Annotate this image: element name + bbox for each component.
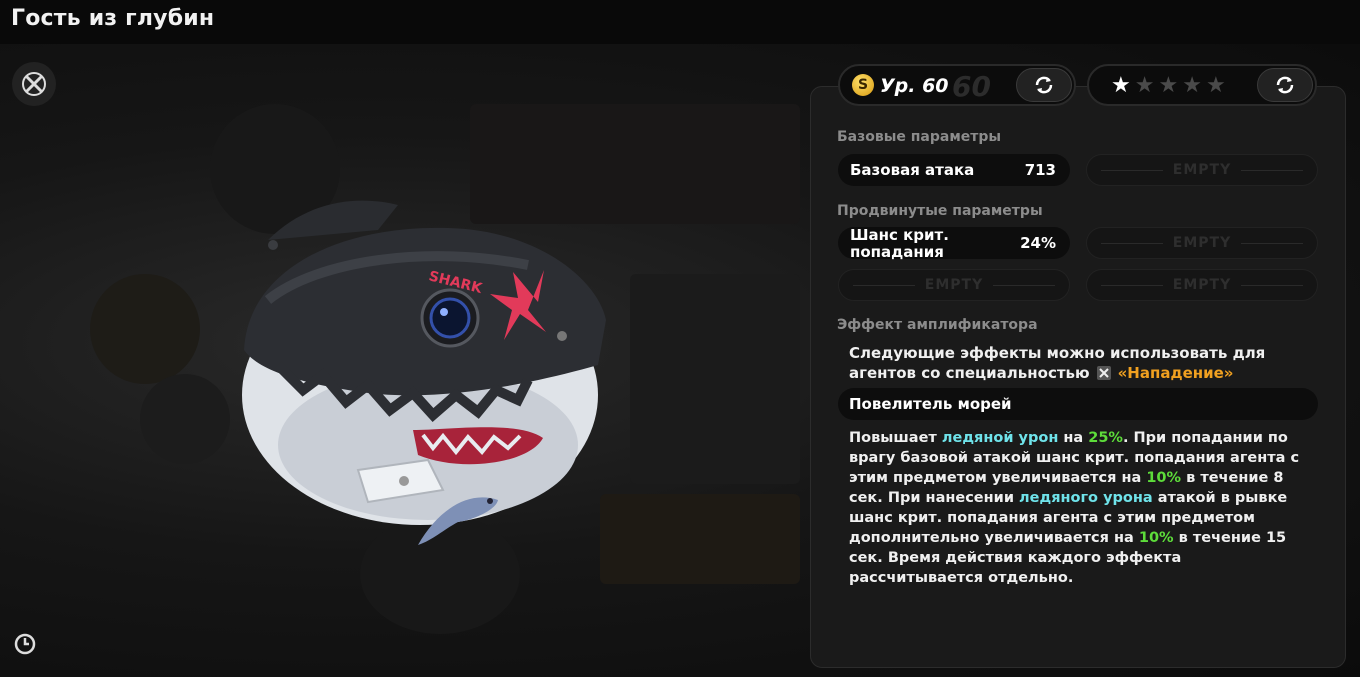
star-icon: ★ (1182, 73, 1202, 98)
empty-substat-slot: EMPTY (838, 269, 1070, 301)
title-bar: Гость из глубин (0, 0, 1360, 44)
background-decor (140, 374, 230, 464)
value-highlight: 25% (1088, 430, 1123, 446)
background-decor (600, 494, 800, 584)
stat-value: 24% (1020, 234, 1056, 252)
background-decor (90, 274, 200, 384)
refresh-icon (1035, 76, 1053, 94)
stat-value: 713 (1024, 161, 1056, 179)
level-refresh-button[interactable] (1016, 68, 1072, 102)
level-max-label: 60 (952, 70, 991, 103)
stat-crit-rate: Шанс крит. попадания 24% (838, 226, 1070, 261)
page-title: Гость из глубин (11, 6, 215, 31)
effect-description: Повышает ледяной урон на 25%. При попада… (849, 428, 1309, 588)
amplifier-heading: Эффект амплификатора (837, 317, 1038, 333)
specialty-name: «Нападение» (1117, 364, 1234, 382)
amplifier-intro: Следующие эффекты можно использовать для… (849, 343, 1279, 383)
item-illustration: SHARK (228, 190, 628, 555)
attack-specialty-icon (1096, 366, 1111, 380)
effect-name-bar: Повелитель морей (838, 388, 1318, 420)
rarity-stars: ★ ★ ★ ★ ★ (1111, 74, 1226, 98)
star-icon: ★ (1111, 73, 1131, 98)
rarity-pill: ★ ★ ★ ★ ★ (1087, 64, 1317, 106)
level-pill: S Ур. 60 60 (838, 64, 1076, 106)
empty-substat-slot: EMPTY (1086, 269, 1318, 301)
stat-name: Базовая атака (850, 161, 975, 179)
background-decor (630, 274, 800, 484)
empty-substat-slot: EMPTY (1086, 227, 1318, 259)
description-text: на (1058, 430, 1089, 446)
value-highlight: 10% (1146, 470, 1182, 486)
star-icon: ★ (1158, 73, 1179, 98)
ice-damage-highlight: ледяного урона (1019, 490, 1153, 506)
specialty-attack-icon[interactable] (12, 62, 56, 106)
stat-name: Шанс крит. попадания (850, 226, 949, 261)
rotate-view-icon[interactable] (12, 631, 38, 657)
rank-coin-icon: S (852, 74, 874, 96)
advanced-params-heading: Продвинутые параметры (837, 203, 1043, 219)
rarity-refresh-button[interactable] (1257, 68, 1313, 102)
base-params-heading: Базовые параметры (837, 129, 1002, 145)
description-text: Повышает (849, 430, 942, 446)
refresh-icon (1276, 76, 1294, 94)
value-highlight: 10% (1138, 530, 1174, 546)
level-label: Ур. 60 (880, 75, 949, 97)
ice-damage-highlight: ледяной урон (941, 430, 1059, 446)
empty-substat-slot: EMPTY (1086, 154, 1318, 186)
star-icon: ★ (1205, 73, 1226, 98)
stat-base-attack: Базовая атака 713 (838, 154, 1070, 186)
star-icon: ★ (1134, 73, 1155, 98)
